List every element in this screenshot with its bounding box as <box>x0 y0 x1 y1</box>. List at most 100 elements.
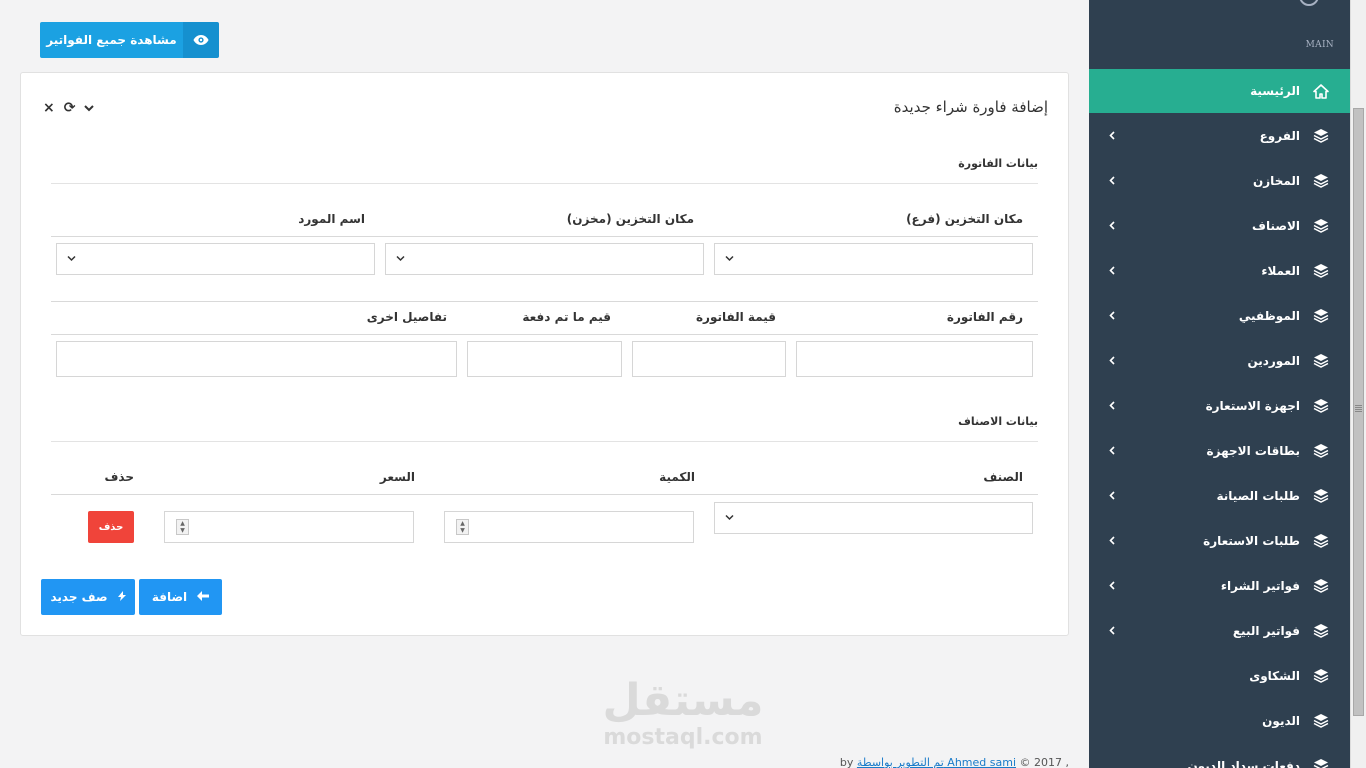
price-header: السعر <box>379 470 415 484</box>
add-button[interactable]: اضافة <box>139 579 222 615</box>
sidebar-item-11[interactable]: فواتير الشراء <box>1089 563 1350 608</box>
sidebar-item-13[interactable]: الشكاوى <box>1089 653 1350 698</box>
sidebar-item-12[interactable]: فواتير البيع <box>1089 608 1350 653</box>
spinner-icon[interactable]: ▲ ▼ <box>456 519 469 535</box>
close-icon[interactable]: × <box>43 100 55 116</box>
divider <box>51 494 1038 495</box>
branch-label: مكان التخزين (فرع) <box>906 212 1023 226</box>
scrollbar[interactable] <box>1350 0 1366 768</box>
chevron-left-icon <box>1109 624 1115 638</box>
delete-row-button[interactable]: حذف <box>88 511 134 543</box>
footer: by تم التطوير بواسطة Ahmed sami © 2017 , <box>840 756 1069 768</box>
sidebar-item-6[interactable]: الموردين <box>1089 338 1350 383</box>
chevron-left-icon <box>1109 309 1115 323</box>
invoice-section-title: بيانات الفاتورة <box>958 157 1038 170</box>
eye-icon <box>183 22 219 58</box>
chevron-down-icon[interactable] <box>84 100 95 116</box>
watermark-arabic: مستقل <box>602 675 764 726</box>
invoice-number-input[interactable] <box>796 341 1033 377</box>
sidebar-item-9[interactable]: طلبات الصيانة <box>1089 473 1350 518</box>
sidebar-item-label: الشكاوى <box>1249 668 1300 683</box>
items-section-title: بيانات الاصناف <box>958 415 1038 428</box>
store-select[interactable] <box>385 243 704 275</box>
new-row-button[interactable]: صف جديد <box>41 579 135 615</box>
sidebar-item-label: الموظفيي <box>1238 308 1300 323</box>
sidebar-item-1[interactable]: الفروع <box>1089 113 1350 158</box>
divider <box>51 441 1038 442</box>
sidebar-item-15[interactable]: دفعات سداد الديون <box>1089 743 1350 768</box>
sidebar-item-2[interactable]: المخازن <box>1089 158 1350 203</box>
chevron-left-icon <box>1109 444 1115 458</box>
invoice-value-label: قيمة الفاتورة <box>695 310 776 324</box>
sidebar-item-label: فواتير الشراء <box>1220 578 1300 593</box>
bolt-icon <box>117 590 126 604</box>
paid-amount-input[interactable] <box>467 341 622 377</box>
sidebar-item-3[interactable]: الاصناف <box>1089 203 1350 248</box>
supplier-label: اسم المورد <box>298 212 365 226</box>
sidebar-section-label: MAIN <box>1305 40 1334 50</box>
avatar[interactable] <box>1299 0 1319 6</box>
view-all-invoices-label: مشاهدة جميع الفواتير <box>40 22 183 58</box>
sidebar-item-label: فواتير البيع <box>1232 623 1300 638</box>
chevron-left-icon <box>1109 354 1115 368</box>
supplier-select[interactable] <box>56 243 375 275</box>
chevron-left-icon <box>1109 219 1115 233</box>
layers-icon <box>1312 307 1330 325</box>
layers-icon <box>1312 487 1330 505</box>
view-all-invoices-button[interactable]: مشاهدة جميع الفواتير <box>40 22 219 58</box>
scrollbar-thumb[interactable] <box>1353 108 1364 716</box>
chevron-down-icon <box>725 254 734 265</box>
sidebar-nav: الرئيسية الفروع المخازن الاصناف العملاء الموظ… <box>1089 69 1350 768</box>
sidebar-item-8[interactable]: بطاقات الاجهزة <box>1089 428 1350 473</box>
layers-icon <box>1312 577 1330 595</box>
chevron-left-icon <box>1109 579 1115 593</box>
divider <box>51 236 1038 237</box>
layers-icon <box>1312 712 1330 730</box>
invoice-value-input[interactable] <box>632 341 786 377</box>
quantity-header: الكمية <box>659 470 695 484</box>
paid-amount-label: قيم ما تم دفعة <box>522 310 611 324</box>
branch-select[interactable] <box>714 243 1033 275</box>
chevron-down-icon <box>67 254 76 265</box>
item-select[interactable] <box>714 502 1033 534</box>
sidebar-item-4[interactable]: العملاء <box>1089 248 1350 293</box>
arrow-left-icon <box>197 590 210 604</box>
sidebar: MAIN الرئيسية الفروع المخازن الاصناف العملاء… <box>1089 0 1350 768</box>
footer-credit-link[interactable]: تم التطوير بواسطة Ahmed sami <box>857 756 1016 768</box>
sidebar-item-label: الديون <box>1262 713 1300 728</box>
spinner-icon[interactable]: ▲ ▼ <box>176 519 189 535</box>
sidebar-item-label: الموردين <box>1247 353 1300 368</box>
invoice-number-label: رقم الفاتورة <box>946 310 1023 324</box>
sidebar-item-5[interactable]: الموظفيي <box>1089 293 1350 338</box>
divider <box>51 301 1038 302</box>
sidebar-item-label: الرئيسية <box>1250 84 1300 98</box>
layers-icon <box>1312 127 1330 145</box>
refresh-icon[interactable]: ⟳ <box>64 100 76 116</box>
sidebar-item-label: دفعات سداد الديون <box>1187 758 1300 768</box>
layers-icon <box>1312 757 1330 768</box>
layers-icon <box>1312 442 1330 460</box>
footer-by: by <box>839 756 854 768</box>
layers-icon <box>1312 397 1330 415</box>
chevron-left-icon <box>1109 399 1115 413</box>
quantity-stepper[interactable]: ▲ ▼ <box>444 511 694 543</box>
divider <box>51 183 1038 184</box>
other-details-input[interactable] <box>56 341 457 377</box>
scrollbar-grip <box>1355 407 1362 408</box>
card-title: إضافة فاورة شراء جديدة <box>893 98 1048 116</box>
chevron-left-icon <box>1109 489 1115 503</box>
delete-header: حذف <box>104 470 134 484</box>
sidebar-item-10[interactable]: طلبات الاستعارة <box>1089 518 1350 563</box>
sidebar-item-7[interactable]: اجهزة الاستعارة <box>1089 383 1350 428</box>
price-stepper[interactable]: ▲ ▼ <box>164 511 414 543</box>
store-label: مكان التخزين (مخزن) <box>566 212 694 226</box>
other-details-label: تفاصيل اخرى <box>366 310 447 324</box>
sidebar-item-0[interactable]: الرئيسية <box>1089 69 1350 113</box>
sidebar-item-14[interactable]: الديون <box>1089 698 1350 743</box>
chevron-left-icon <box>1109 174 1115 188</box>
chevron-down-icon <box>396 254 405 265</box>
sidebar-item-label: اجهزة الاستعارة <box>1205 398 1300 413</box>
layers-icon <box>1312 532 1330 550</box>
new-row-button-label: صف جديد <box>50 590 108 604</box>
layers-icon <box>1312 352 1330 370</box>
